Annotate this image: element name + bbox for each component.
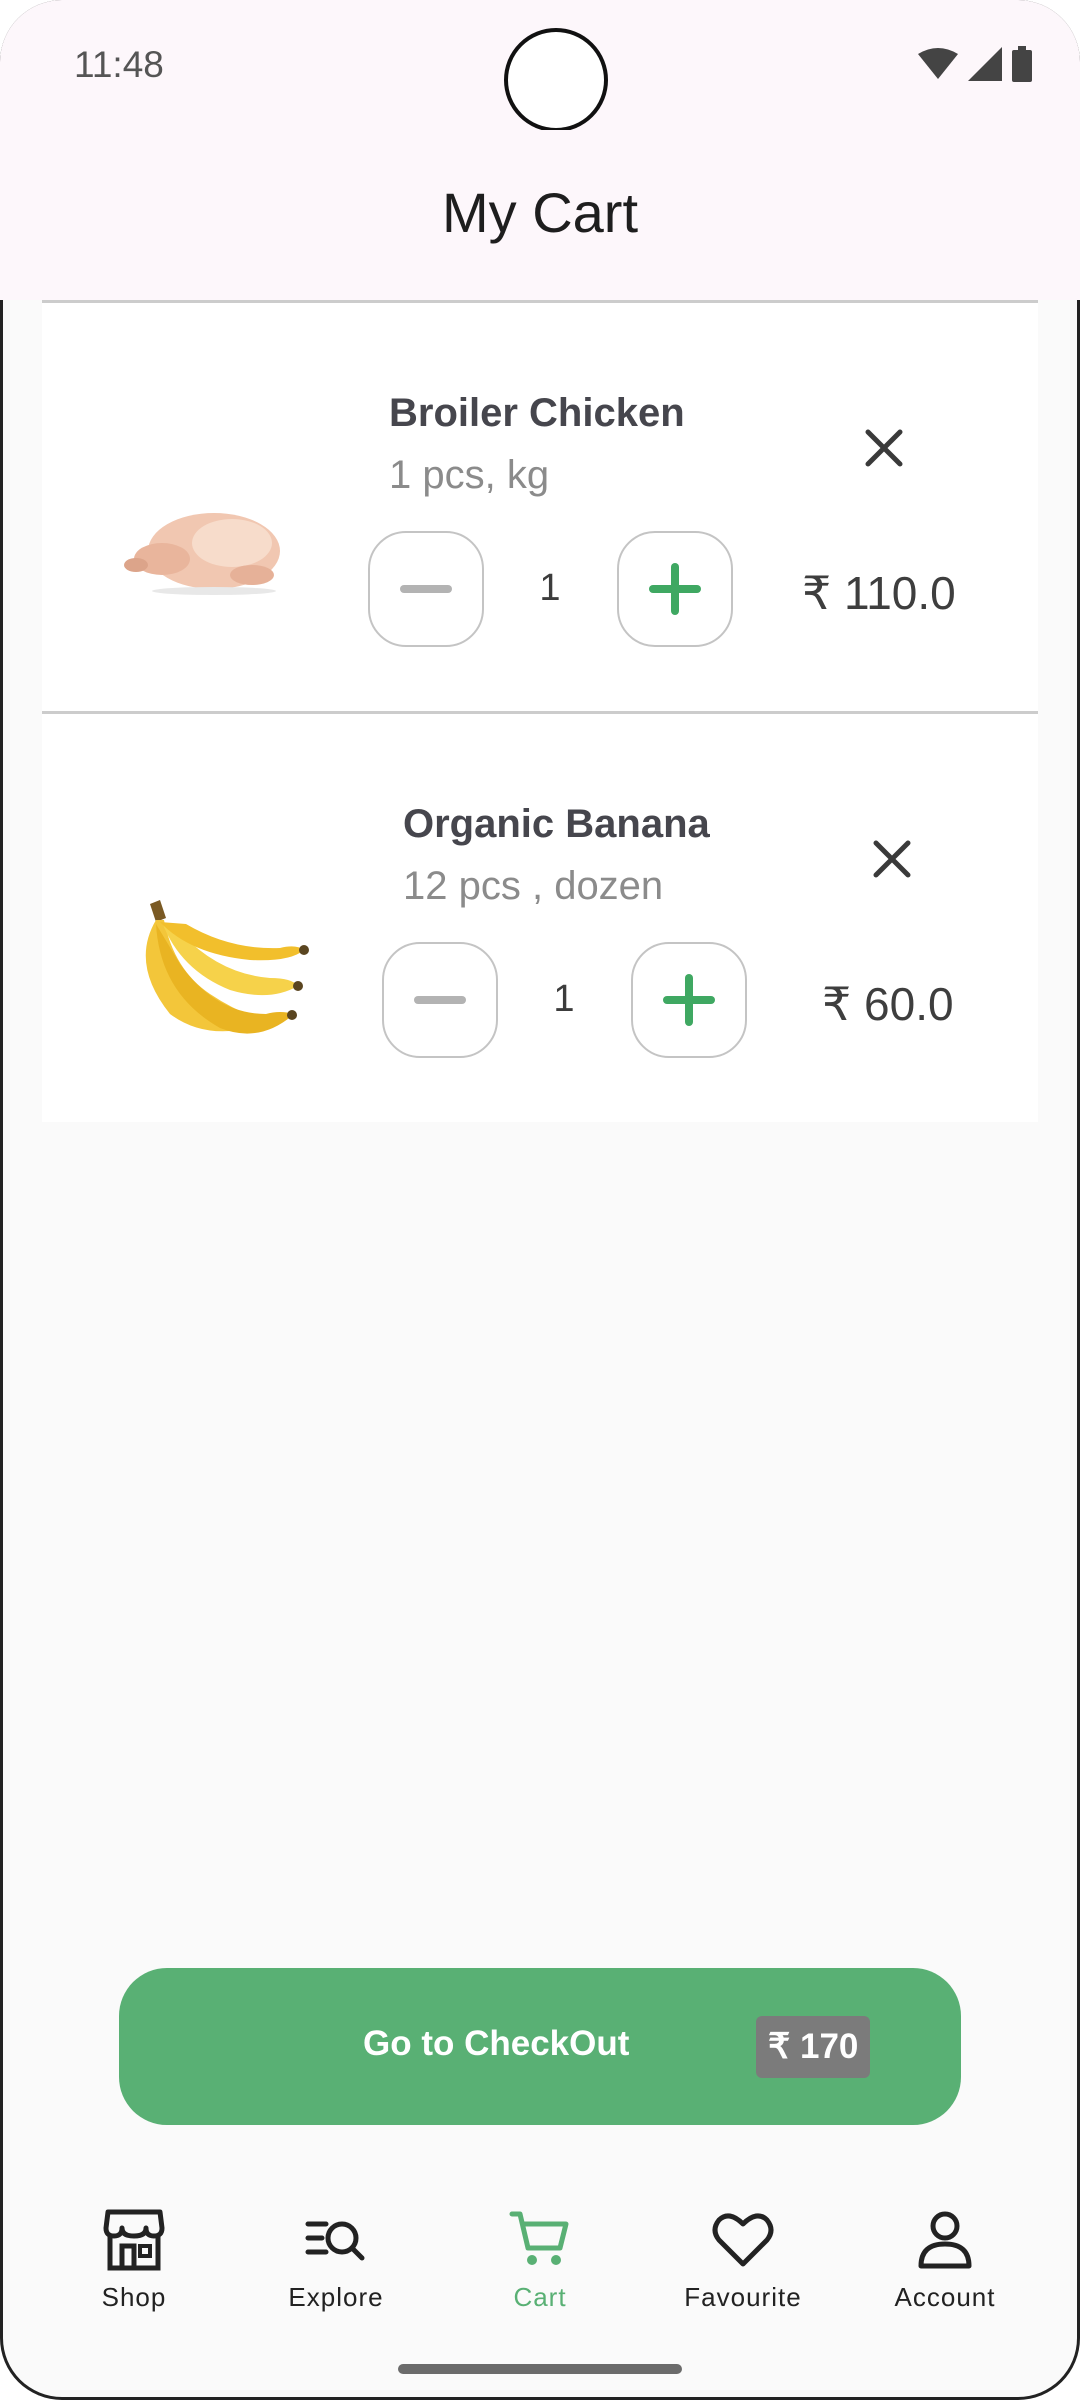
- home-indicator[interactable]: [398, 2364, 682, 2374]
- plus-icon: [663, 974, 715, 1026]
- account-icon: [918, 2211, 972, 2269]
- remove-item-button[interactable]: [854, 418, 914, 478]
- nav-item-shop[interactable]: Shop: [34, 2208, 234, 2313]
- store-icon: [103, 2209, 165, 2271]
- item-price: ₹ 60.0: [822, 978, 954, 1030]
- nav-label: Account: [894, 2282, 996, 2312]
- bottom-nav: Shop Explore Cart Favourite Account: [0, 2180, 1080, 2330]
- item-unit: 1 pcs, kg: [389, 453, 550, 497]
- plus-icon: [649, 563, 701, 615]
- nav-label: Shop: [101, 2282, 167, 2312]
- heart-icon: [712, 2213, 774, 2267]
- status-time: 11:48: [74, 44, 164, 85]
- quantity-value: 1: [553, 978, 575, 1020]
- checkout-button[interactable]: Go to CheckOut ₹ 170: [119, 1968, 961, 2125]
- close-icon: [873, 840, 911, 878]
- increase-quantity-button[interactable]: [617, 531, 733, 647]
- nav-label: Favourite: [684, 2282, 802, 2312]
- banana-image: [145, 900, 309, 1034]
- status-icons: [918, 46, 1032, 82]
- checkout-total-badge: ₹ 170: [756, 2016, 871, 2078]
- nav-label: Cart: [513, 2282, 567, 2312]
- cart-icon: [509, 2211, 569, 2265]
- signal-icon: [968, 47, 1002, 81]
- nav-item-cart[interactable]: Cart: [440, 2208, 640, 2313]
- decrease-quantity-button[interactable]: [382, 942, 498, 1058]
- status-bar: 11:48: [0, 0, 1080, 132]
- item-name: Broiler Chicken: [389, 391, 685, 435]
- remove-item-button[interactable]: [862, 829, 922, 889]
- explore-search-icon: [305, 2221, 365, 2261]
- increase-quantity-button[interactable]: [631, 942, 747, 1058]
- nav-label: Explore: [288, 2282, 384, 2312]
- minus-icon: [400, 585, 452, 593]
- nav-item-account[interactable]: Account: [845, 2208, 1045, 2313]
- nav-item-explore[interactable]: Explore: [236, 2208, 436, 2313]
- item-unit: 12 pcs , dozen: [403, 864, 664, 908]
- page-title: My Cart: [442, 181, 638, 244]
- cart-item-card: Organic Banana 12 pcs , dozen 1 ₹ 60.0: [42, 714, 1038, 1122]
- minus-icon: [414, 996, 466, 1004]
- chicken-image: [124, 513, 280, 595]
- close-icon: [865, 429, 903, 467]
- cart-screen: 11:48 My Cart Broiler Chicken 1 pcs, kg …: [0, 0, 1080, 2400]
- checkout-label: Go to CheckOut: [363, 2024, 630, 2063]
- app-header: My Cart: [0, 130, 1080, 300]
- item-name: Organic Banana: [403, 802, 710, 846]
- wifi-icon: [918, 48, 958, 79]
- decrease-quantity-button[interactable]: [368, 531, 484, 647]
- nav-item-favourite[interactable]: Favourite: [643, 2208, 843, 2313]
- camera-cutout: [504, 28, 608, 132]
- item-price: ₹ 110.0: [802, 567, 956, 619]
- cart-item-card: Broiler Chicken 1 pcs, kg 1 ₹ 110.0: [42, 303, 1038, 711]
- battery-icon: [1012, 46, 1032, 82]
- quantity-value: 1: [539, 567, 561, 609]
